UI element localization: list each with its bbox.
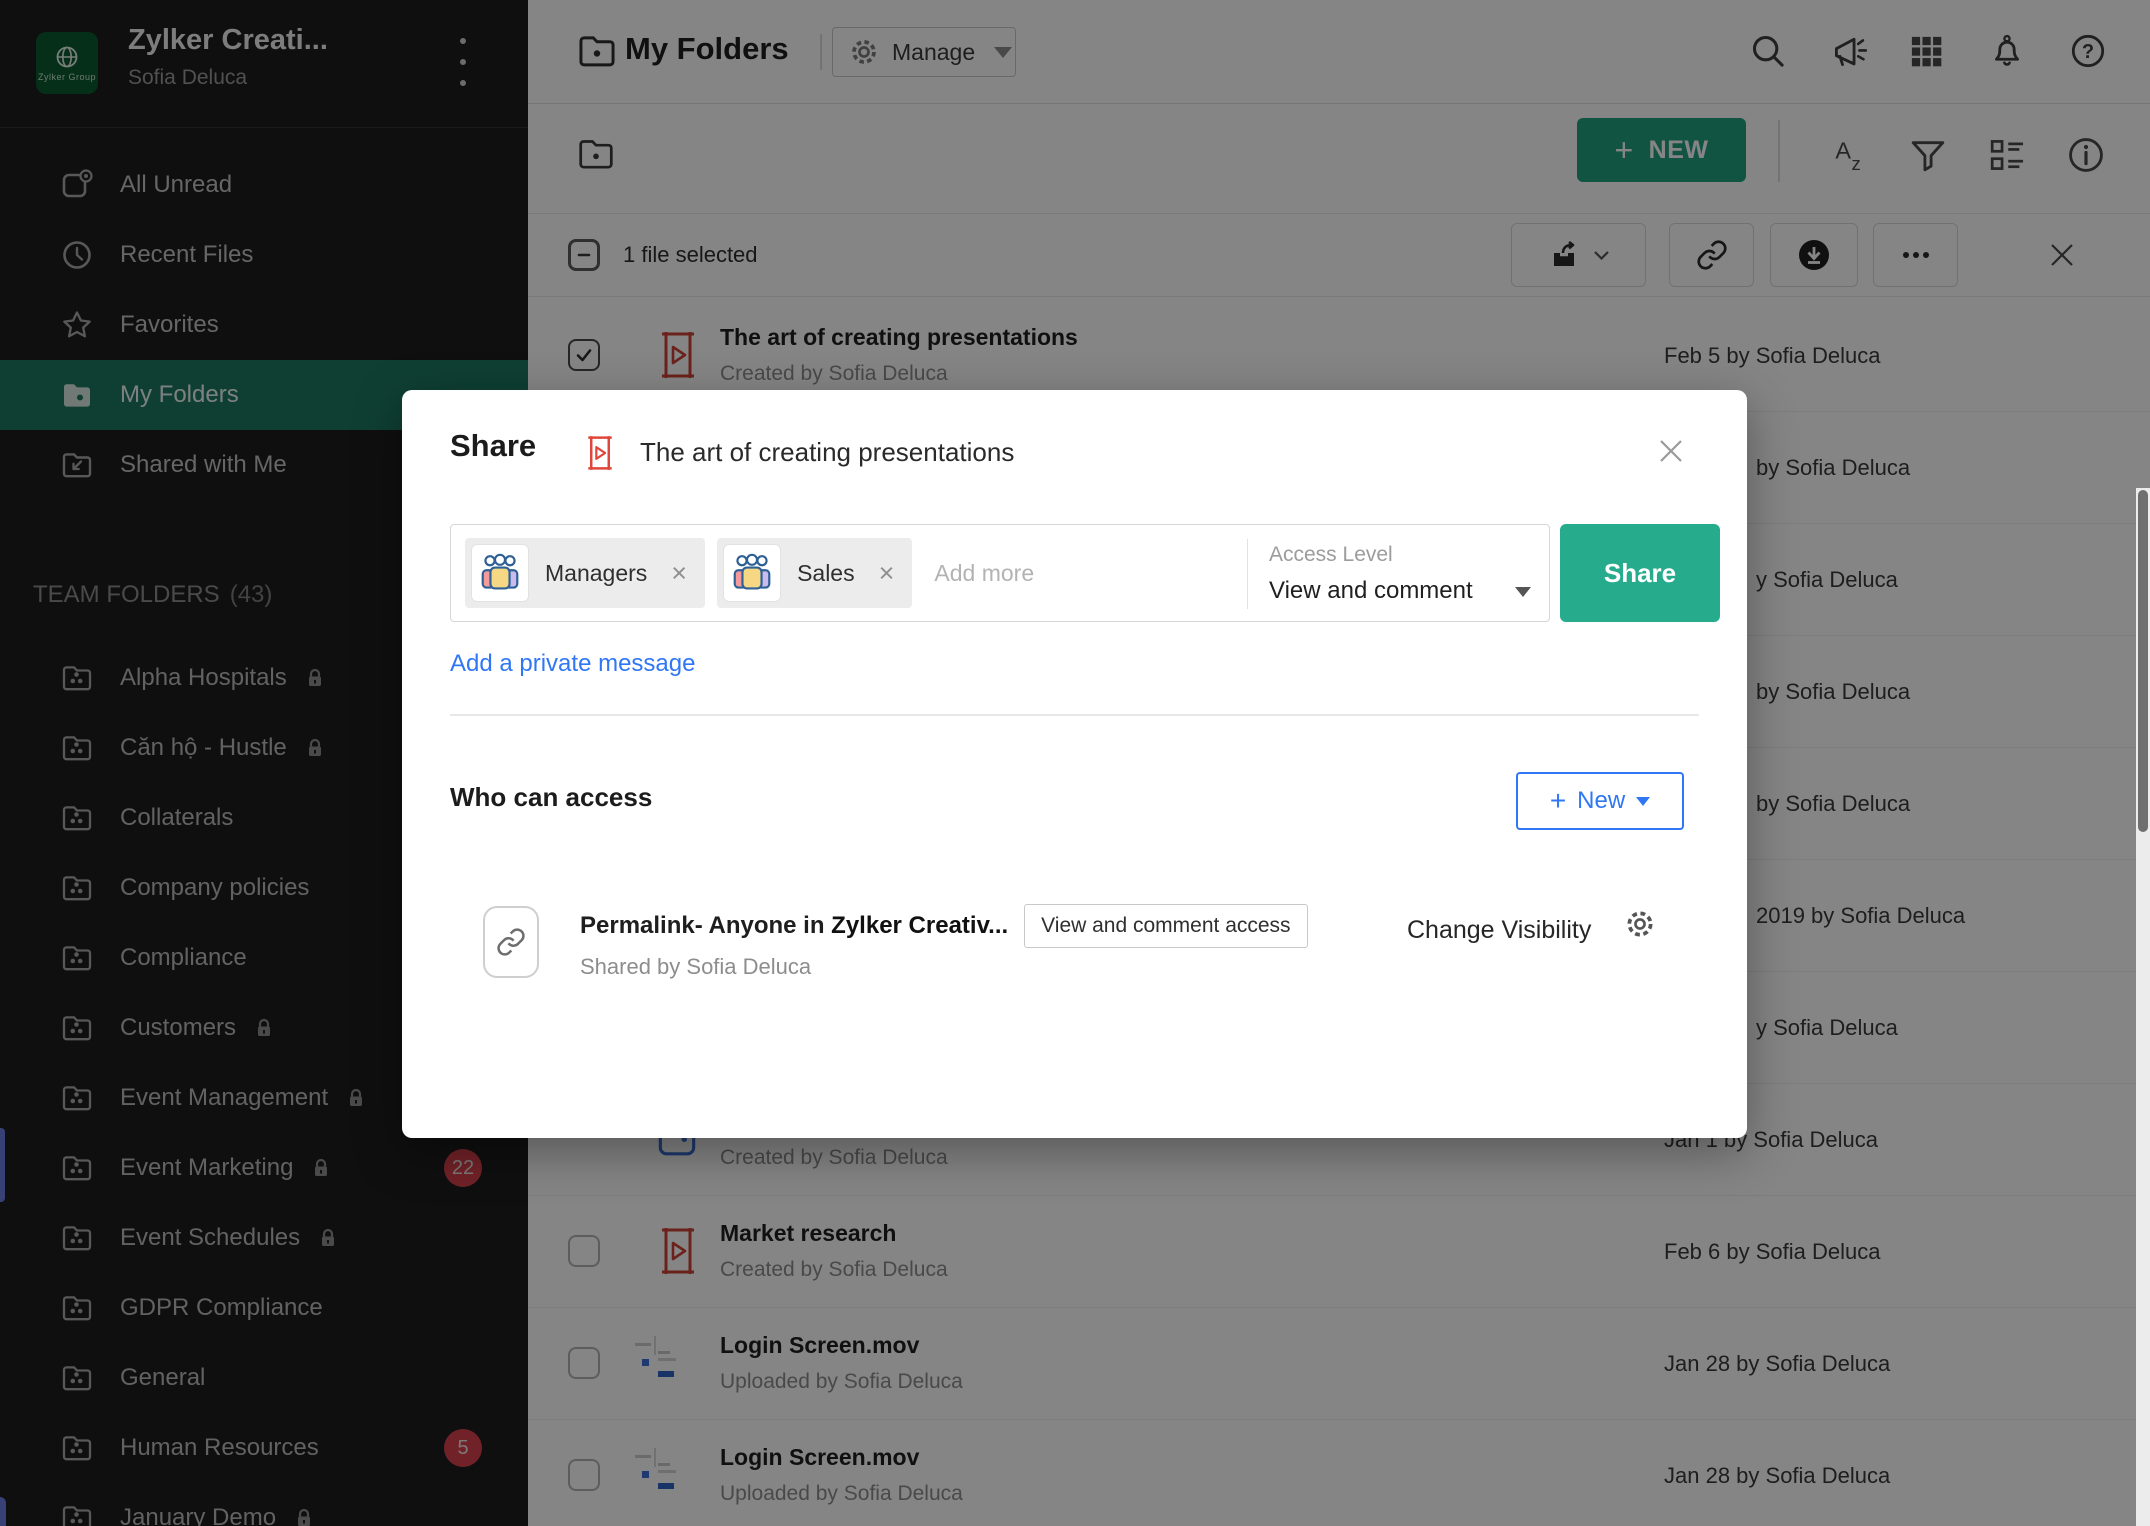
add-more-placeholder[interactable]: Add more	[934, 560, 1034, 587]
dialog-title: Share	[450, 428, 536, 464]
recipient-chip-managers[interactable]: Managers ×	[465, 538, 705, 608]
add-private-message-link[interactable]: Add a private message	[450, 650, 695, 678]
link-icon	[496, 927, 526, 957]
access-level-select[interactable]: View and comment	[1269, 577, 1473, 605]
close-icon[interactable]	[1654, 434, 1688, 468]
gear-icon[interactable]	[1624, 908, 1658, 942]
remove-chip-icon[interactable]: ×	[671, 560, 687, 587]
dialog-divider	[450, 714, 1699, 716]
change-visibility-button[interactable]: Change Visibility	[1407, 916, 1591, 945]
group-icon	[723, 544, 781, 602]
dialog-file-name: The art of creating presentations	[640, 437, 1014, 468]
scrollbar-thumb[interactable]	[2138, 490, 2148, 832]
chip-label: Sales	[797, 560, 855, 587]
chevron-down-icon[interactable]	[1515, 587, 1531, 597]
share-recipients-input[interactable]: Managers × Sales × Add more Access Level…	[450, 524, 1550, 622]
permalink-title: Permalink- Anyone in	[580, 912, 831, 940]
permalink-shared-by: Shared by Sofia Deluca	[580, 954, 811, 980]
access-level-divider	[1247, 539, 1248, 609]
new-access-label: New	[1577, 787, 1625, 815]
plus-icon: +	[1550, 787, 1566, 815]
remove-chip-icon[interactable]: ×	[879, 560, 895, 587]
share-submit-button[interactable]: Share	[1560, 524, 1720, 622]
new-access-button[interactable]: + New	[1516, 772, 1684, 830]
app-root: Zylker Group Zylker Creati... Sofia Delu…	[0, 0, 2150, 1526]
chip-label: Managers	[545, 560, 647, 587]
permalink-access-badge[interactable]: View and comment access	[1024, 904, 1307, 948]
permalink-entry: Permalink- Anyone in Zylker Creativ... V…	[580, 904, 1308, 948]
recipient-chip-sales[interactable]: Sales ×	[717, 538, 912, 608]
who-can-access-heading: Who can access	[450, 782, 652, 813]
permalink-icon-tile	[483, 906, 539, 978]
video-file-icon	[582, 434, 618, 472]
chevron-down-icon	[1636, 797, 1650, 806]
permalink-title-bold: Zylker Creativ...	[831, 912, 1008, 940]
share-dialog: Share The art of creating presentations …	[402, 390, 1747, 1138]
group-icon	[471, 544, 529, 602]
access-level-label: Access Level	[1269, 543, 1393, 567]
